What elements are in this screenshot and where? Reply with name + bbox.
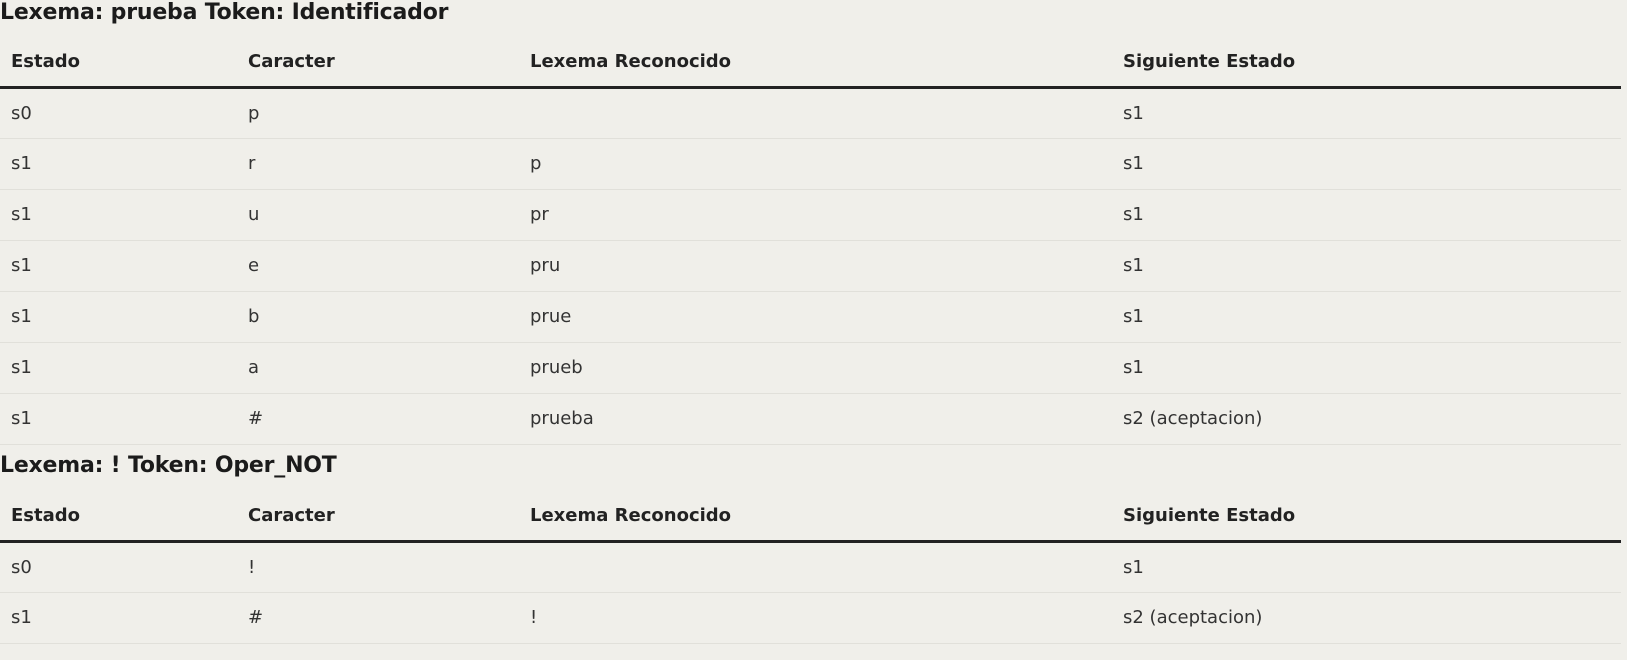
cell-lexema-reconocido: pru bbox=[519, 240, 1112, 292]
cell-lexema-reconocido: ! bbox=[519, 592, 1112, 644]
cell-caracter: e bbox=[237, 240, 519, 292]
cell-siguiente-estado: s1 bbox=[1112, 138, 1621, 190]
cell-estado: s1 bbox=[0, 393, 237, 445]
column-header-estado: Estado bbox=[0, 491, 237, 543]
column-header-lexema-reconocido: Lexema Reconocido bbox=[519, 491, 1112, 543]
cell-estado: s1 bbox=[0, 189, 237, 241]
table-header-row: Estado Caracter Lexema Reconocido Siguie… bbox=[0, 37, 1621, 89]
section-title-oper-not: Lexema: ! Token: Oper_NOT bbox=[0, 453, 337, 478]
cell-siguiente-estado: s1 bbox=[1112, 189, 1621, 241]
cell-caracter: p bbox=[237, 87, 519, 139]
cell-siguiente-estado: s1 bbox=[1112, 291, 1621, 343]
table-row: s1 # prueba s2 (aceptacion) bbox=[0, 393, 1621, 445]
cell-caracter: u bbox=[237, 189, 519, 241]
cell-estado: s1 bbox=[0, 342, 237, 394]
cell-estado: s1 bbox=[0, 291, 237, 343]
transition-table-identificador: Estado Caracter Lexema Reconocido Siguie… bbox=[0, 37, 1621, 445]
table-row: s0 ! s1 bbox=[0, 541, 1621, 593]
section-title-identificador: Lexema: prueba Token: Identificador bbox=[0, 0, 449, 25]
cell-lexema-reconocido bbox=[519, 87, 1112, 139]
cell-estado: s1 bbox=[0, 240, 237, 292]
cell-siguiente-estado: s2 (aceptacion) bbox=[1112, 592, 1621, 644]
cell-lexema-reconocido: p bbox=[519, 138, 1112, 190]
cell-lexema-reconocido: pr bbox=[519, 189, 1112, 241]
cell-lexema-reconocido: prueba bbox=[519, 393, 1112, 445]
cell-caracter: ! bbox=[237, 541, 519, 593]
cell-lexema-reconocido: prueb bbox=[519, 342, 1112, 394]
column-header-caracter: Caracter bbox=[237, 491, 519, 543]
table-row: s1 e pru s1 bbox=[0, 240, 1621, 292]
cell-caracter: r bbox=[237, 138, 519, 190]
column-header-estado: Estado bbox=[0, 37, 237, 89]
cell-caracter: # bbox=[237, 393, 519, 445]
column-header-siguiente-estado: Siguiente Estado bbox=[1112, 37, 1621, 89]
cell-siguiente-estado: s1 bbox=[1112, 541, 1621, 593]
cell-estado: s0 bbox=[0, 541, 237, 593]
table-row: s0 p s1 bbox=[0, 87, 1621, 139]
cell-estado: s0 bbox=[0, 87, 237, 139]
column-header-caracter: Caracter bbox=[237, 37, 519, 89]
cell-siguiente-estado: s1 bbox=[1112, 342, 1621, 394]
transition-table-oper-not: Estado Caracter Lexema Reconocido Siguie… bbox=[0, 491, 1621, 644]
table-row: s1 r p s1 bbox=[0, 138, 1621, 190]
cell-lexema-reconocido bbox=[519, 541, 1112, 593]
table-header-row: Estado Caracter Lexema Reconocido Siguie… bbox=[0, 491, 1621, 543]
table-row: s1 b prue s1 bbox=[0, 291, 1621, 343]
cell-caracter: a bbox=[237, 342, 519, 394]
cell-estado: s1 bbox=[0, 592, 237, 644]
table-row: s1 # ! s2 (aceptacion) bbox=[0, 592, 1621, 644]
table-row: s1 u pr s1 bbox=[0, 189, 1621, 241]
cell-lexema-reconocido: prue bbox=[519, 291, 1112, 343]
cell-siguiente-estado: s1 bbox=[1112, 87, 1621, 139]
cell-siguiente-estado: s1 bbox=[1112, 240, 1621, 292]
column-header-siguiente-estado: Siguiente Estado bbox=[1112, 491, 1621, 543]
table-row: s1 a prueb s1 bbox=[0, 342, 1621, 394]
cell-estado: s1 bbox=[0, 138, 237, 190]
cell-siguiente-estado: s2 (aceptacion) bbox=[1112, 393, 1621, 445]
cell-caracter: # bbox=[237, 592, 519, 644]
column-header-lexema-reconocido: Lexema Reconocido bbox=[519, 37, 1112, 89]
cell-caracter: b bbox=[237, 291, 519, 343]
